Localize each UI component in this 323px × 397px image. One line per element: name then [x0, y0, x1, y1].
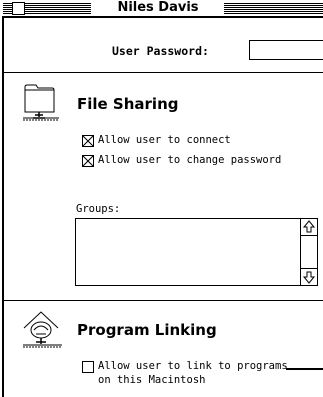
- allow-change-password-label[interactable]: Allow user to change password: [98, 154, 281, 167]
- section-divider: [4, 300, 323, 301]
- close-box[interactable]: [12, 2, 25, 15]
- groups-list[interactable]: [75, 218, 318, 286]
- password-field[interactable]: [249, 40, 323, 60]
- file-sharing-heading: File Sharing: [77, 95, 179, 113]
- password-label: User Password:: [112, 44, 209, 58]
- scroll-up-arrow-icon[interactable]: [301, 219, 317, 236]
- allow-link-label-line1[interactable]: Allow user to link to programs: [98, 360, 288, 373]
- groups-scrollbar[interactable]: [300, 219, 317, 285]
- title-stripes-right: [224, 3, 323, 14]
- section-divider: [4, 72, 323, 73]
- window-border: [2, 16, 4, 397]
- scroll-down-arrow-icon[interactable]: [301, 268, 317, 285]
- allow-connect-label[interactable]: Allow user to connect: [98, 134, 231, 147]
- title-bar[interactable]: Niles Davis: [2, 0, 323, 18]
- allow-link-label-line2[interactable]: on this Macintosh: [98, 374, 205, 387]
- link-line-decoration: [286, 368, 323, 370]
- allow-link-checkbox[interactable]: [82, 361, 94, 373]
- file-sharing-folder-icon: [23, 84, 59, 121]
- program-linking-icon: [23, 311, 62, 348]
- user-window: Niles Davis User Password: File Sharing …: [0, 0, 323, 397]
- program-linking-heading: Program Linking: [77, 321, 217, 339]
- window-title: Niles Davis: [96, 0, 220, 16]
- allow-change-password-checkbox[interactable]: [82, 155, 94, 167]
- groups-label: Groups:: [76, 203, 121, 215]
- allow-connect-checkbox[interactable]: [82, 135, 94, 147]
